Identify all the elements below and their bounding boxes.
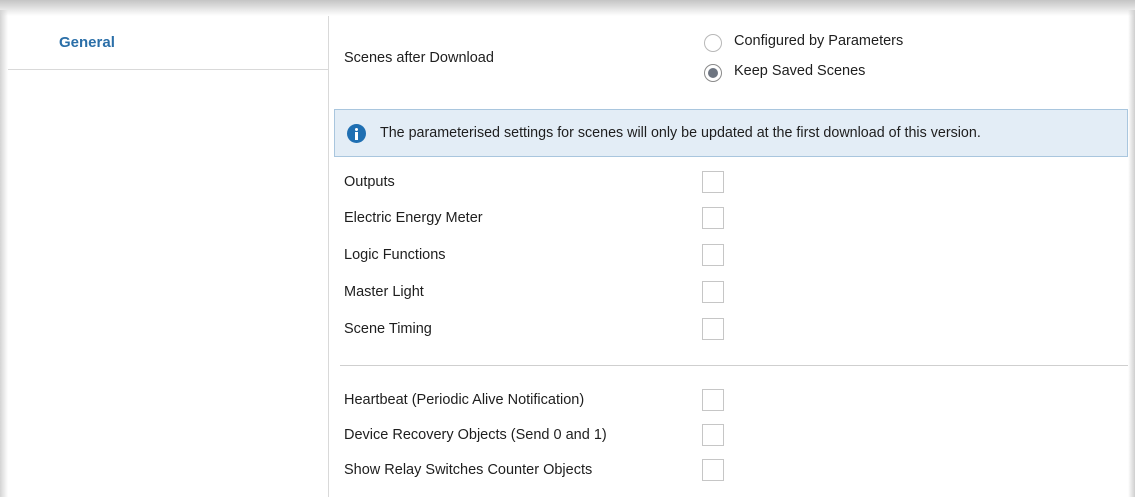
radio-button[interactable] — [704, 34, 722, 52]
module-label: Scene Timing — [344, 321, 432, 337]
module-row-master-light: Master Light — [344, 281, 744, 305]
device-recovery-checkbox[interactable] — [702, 424, 724, 446]
info-text: The parameterised settings for scenes wi… — [380, 125, 981, 141]
relay-switches-counter-checkbox[interactable] — [702, 459, 724, 481]
object-row-relay-switches-counter: Show Relay Switches Counter Objects — [344, 459, 744, 483]
object-label: Show Relay Switches Counter Objects — [344, 462, 593, 478]
master-light-checkbox[interactable] — [702, 281, 724, 303]
window-left-edge — [0, 10, 8, 497]
module-row-logic-functions: Logic Functions — [344, 244, 744, 268]
module-row-outputs: Outputs — [344, 171, 744, 195]
radio-keep-saved-scenes[interactable]: Keep Saved Scenes — [704, 62, 964, 84]
section-divider — [340, 365, 1128, 366]
object-label: Device Recovery Objects (Send 0 and 1) — [344, 427, 607, 443]
module-label: Outputs — [344, 174, 395, 190]
object-row-device-recovery: Device Recovery Objects (Send 0 and 1) — [344, 424, 744, 448]
module-label: Master Light — [344, 284, 424, 300]
object-row-heartbeat: Heartbeat (Periodic Alive Notification) — [344, 389, 744, 413]
sidebar-item-label: General — [59, 34, 115, 51]
scene-timing-checkbox[interactable] — [702, 318, 724, 340]
logic-functions-checkbox[interactable] — [702, 244, 724, 266]
radio-configured-by-parameters[interactable]: Configured by Parameters — [704, 32, 964, 54]
module-row-electric-energy-meter: Electric Energy Meter — [344, 207, 744, 231]
parameters-window: General Scenes after Download Configured… — [0, 0, 1135, 497]
radio-label: Keep Saved Scenes — [734, 63, 866, 79]
electric-energy-meter-checkbox[interactable] — [702, 207, 724, 229]
heartbeat-checkbox[interactable] — [702, 389, 724, 411]
main-panel: Scenes after Download Configured by Para… — [330, 16, 1128, 497]
scenes-after-download-label: Scenes after Download — [344, 50, 494, 66]
module-label: Logic Functions — [344, 247, 446, 263]
sidebar: General — [8, 16, 329, 497]
outputs-checkbox[interactable] — [702, 171, 724, 193]
window-top-shadow — [0, 0, 1135, 16]
module-label: Electric Energy Meter — [344, 210, 483, 226]
module-row-scene-timing: Scene Timing — [344, 318, 744, 342]
radio-label: Configured by Parameters — [734, 33, 904, 49]
window-right-edge — [1128, 10, 1135, 497]
object-label: Heartbeat (Periodic Alive Notification) — [344, 392, 585, 408]
info-box: The parameterised settings for scenes wi… — [334, 109, 1128, 157]
radio-button-selected[interactable] — [704, 64, 722, 82]
info-icon — [347, 124, 366, 143]
sidebar-item-general[interactable]: General — [8, 16, 329, 70]
